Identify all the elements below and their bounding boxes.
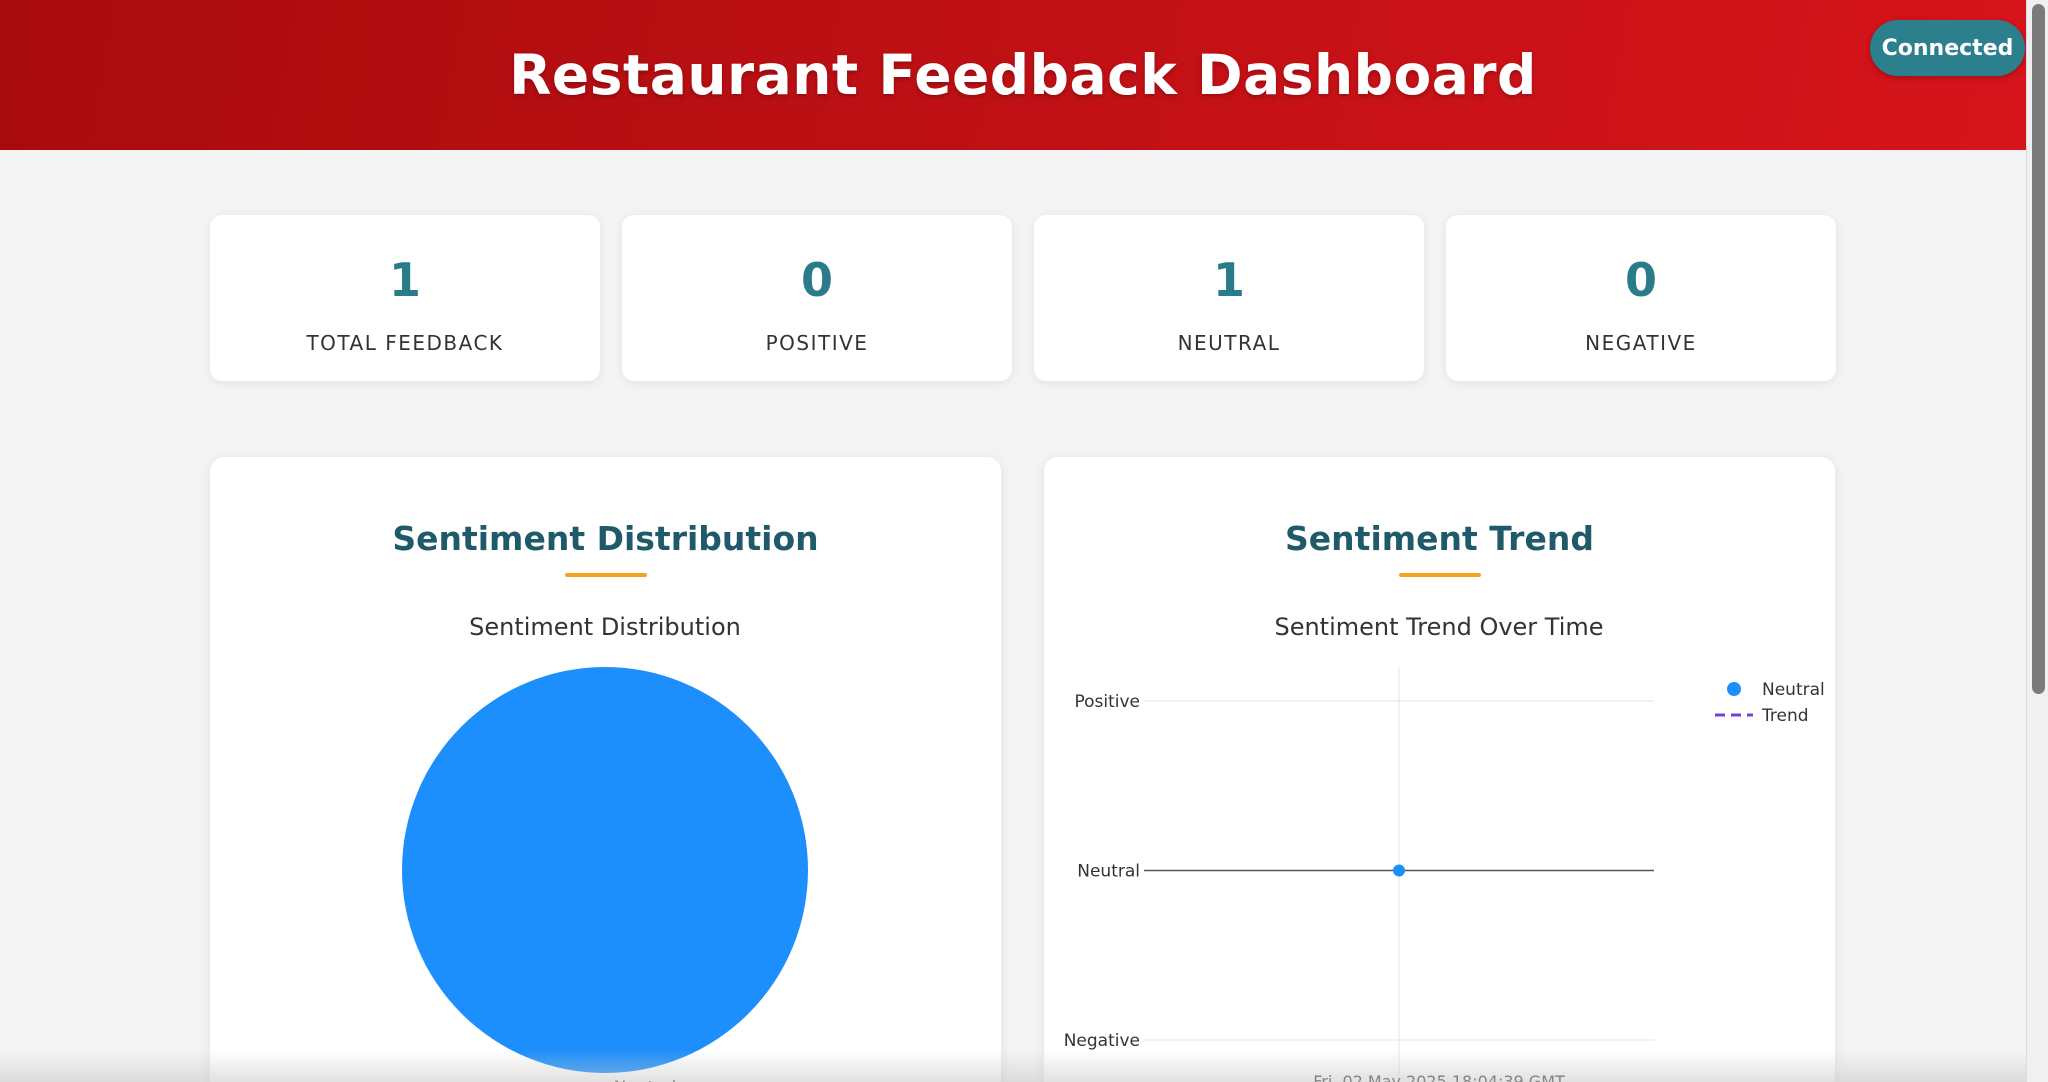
sentiment-pie-chart: Sentiment Distribution Neutral xyxy=(402,613,808,1082)
pie-chart-title: Sentiment Distribution xyxy=(469,613,741,641)
page-title: Restaurant Feedback Dashboard xyxy=(509,43,1537,107)
stat-label-total: TOTAL FEEDBACK xyxy=(306,331,504,355)
trend-point-neutral xyxy=(1393,864,1405,877)
stat-card-neutral: 1 NEUTRAL xyxy=(1034,215,1424,381)
connection-status-badge: Connected xyxy=(1870,20,2025,76)
trend-y-tick-neutral: Neutral xyxy=(1077,862,1140,882)
legend-marker-neutral xyxy=(1727,682,1741,696)
page-scrollbar[interactable] xyxy=(2026,0,2048,1082)
stat-label-positive: POSITIVE xyxy=(765,331,869,355)
app-header: Restaurant Feedback Dashboard xyxy=(0,0,2026,150)
legend-label-trend: Trend xyxy=(1761,706,1809,726)
stat-label-negative: NEGATIVE xyxy=(1585,331,1697,355)
stat-value-negative: 0 xyxy=(1624,253,1657,307)
pie-label-neutral: Neutral xyxy=(614,1078,677,1082)
stat-label-neutral: NEUTRAL xyxy=(1177,331,1281,355)
scrollbar-thumb[interactable] xyxy=(2032,4,2045,694)
pie-slice-neutral xyxy=(402,667,808,1073)
trend-y-tick-positive: Positive xyxy=(1074,692,1140,712)
stat-value-neutral: 1 xyxy=(1212,253,1245,307)
distribution-card: Sentiment Distribution Sentiment Distrib… xyxy=(210,457,1001,1082)
trend-chart-title: Sentiment Trend Over Time xyxy=(1274,613,1603,641)
sentiment-trend-chart: Sentiment Trend Over Time Negative Neutra… xyxy=(1064,613,1825,1082)
trend-y-tick-negative: Negative xyxy=(1064,1031,1140,1051)
stat-card-total: 1 TOTAL FEEDBACK xyxy=(210,215,600,381)
trend-card: Sentiment Trend Sentiment Trend Over Tim… xyxy=(1044,457,1835,1082)
stat-value-positive: 0 xyxy=(800,253,833,307)
stat-value-total: 1 xyxy=(388,253,421,307)
stat-card-positive: 0 POSITIVE xyxy=(622,215,1012,381)
legend-label-neutral: Neutral xyxy=(1762,680,1825,700)
trend-x-tick: Fri, 02 May 2025 18:04:39 GMT xyxy=(1313,1072,1565,1082)
stat-card-negative: 0 NEGATIVE xyxy=(1446,215,1836,381)
